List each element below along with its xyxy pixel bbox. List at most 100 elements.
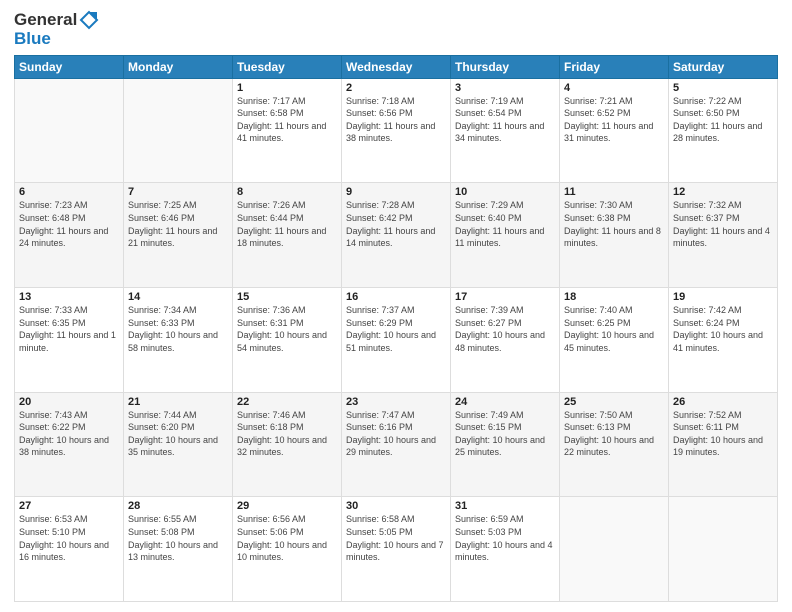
calendar-cell: 15Sunrise: 7:36 AM Sunset: 6:31 PM Dayli… [233,288,342,393]
day-number: 12 [673,186,773,198]
day-number: 31 [455,500,555,512]
day-number: 28 [128,500,228,512]
calendar-cell: 7Sunrise: 7:25 AM Sunset: 6:46 PM Daylig… [124,183,233,288]
day-number: 23 [346,396,446,408]
day-info: Sunrise: 7:33 AM Sunset: 6:35 PM Dayligh… [19,304,119,354]
col-header-saturday: Saturday [669,55,778,78]
day-number: 3 [455,82,555,94]
day-info: Sunrise: 7:32 AM Sunset: 6:37 PM Dayligh… [673,199,773,249]
day-number: 5 [673,82,773,94]
day-number: 20 [19,396,119,408]
day-info: Sunrise: 7:46 AM Sunset: 6:18 PM Dayligh… [237,409,337,459]
calendar-cell [124,78,233,183]
calendar-cell: 29Sunrise: 6:56 AM Sunset: 5:06 PM Dayli… [233,497,342,602]
calendar-cell: 13Sunrise: 7:33 AM Sunset: 6:35 PM Dayli… [15,288,124,393]
day-number: 1 [237,82,337,94]
calendar-cell [15,78,124,183]
day-info: Sunrise: 7:25 AM Sunset: 6:46 PM Dayligh… [128,199,228,249]
day-number: 26 [673,396,773,408]
day-info: Sunrise: 6:55 AM Sunset: 5:08 PM Dayligh… [128,513,228,563]
page: General Blue SundayMondayTuesdayWednesda… [0,0,792,612]
day-info: Sunrise: 7:28 AM Sunset: 6:42 PM Dayligh… [346,199,446,249]
day-number: 29 [237,500,337,512]
calendar-cell: 21Sunrise: 7:44 AM Sunset: 6:20 PM Dayli… [124,392,233,497]
calendar-cell: 3Sunrise: 7:19 AM Sunset: 6:54 PM Daylig… [451,78,560,183]
col-header-sunday: Sunday [15,55,124,78]
day-info: Sunrise: 7:47 AM Sunset: 6:16 PM Dayligh… [346,409,446,459]
calendar-cell: 1Sunrise: 7:17 AM Sunset: 6:58 PM Daylig… [233,78,342,183]
day-info: Sunrise: 6:53 AM Sunset: 5:10 PM Dayligh… [19,513,119,563]
calendar-cell: 27Sunrise: 6:53 AM Sunset: 5:10 PM Dayli… [15,497,124,602]
col-header-monday: Monday [124,55,233,78]
day-number: 4 [564,82,664,94]
calendar-cell: 10Sunrise: 7:29 AM Sunset: 6:40 PM Dayli… [451,183,560,288]
day-info: Sunrise: 7:42 AM Sunset: 6:24 PM Dayligh… [673,304,773,354]
calendar-cell: 9Sunrise: 7:28 AM Sunset: 6:42 PM Daylig… [342,183,451,288]
day-info: Sunrise: 7:29 AM Sunset: 6:40 PM Dayligh… [455,199,555,249]
day-info: Sunrise: 7:17 AM Sunset: 6:58 PM Dayligh… [237,95,337,145]
col-header-tuesday: Tuesday [233,55,342,78]
calendar-cell: 23Sunrise: 7:47 AM Sunset: 6:16 PM Dayli… [342,392,451,497]
day-info: Sunrise: 6:59 AM Sunset: 5:03 PM Dayligh… [455,513,555,563]
calendar-cell: 19Sunrise: 7:42 AM Sunset: 6:24 PM Dayli… [669,288,778,393]
calendar-cell: 22Sunrise: 7:46 AM Sunset: 6:18 PM Dayli… [233,392,342,497]
calendar-cell: 28Sunrise: 6:55 AM Sunset: 5:08 PM Dayli… [124,497,233,602]
calendar-cell: 30Sunrise: 6:58 AM Sunset: 5:05 PM Dayli… [342,497,451,602]
day-info: Sunrise: 6:58 AM Sunset: 5:05 PM Dayligh… [346,513,446,563]
day-number: 22 [237,396,337,408]
logo-text: General Blue [14,10,99,49]
calendar-cell: 12Sunrise: 7:32 AM Sunset: 6:37 PM Dayli… [669,183,778,288]
day-info: Sunrise: 7:21 AM Sunset: 6:52 PM Dayligh… [564,95,664,145]
day-number: 21 [128,396,228,408]
day-info: Sunrise: 7:30 AM Sunset: 6:38 PM Dayligh… [564,199,664,249]
day-info: Sunrise: 7:44 AM Sunset: 6:20 PM Dayligh… [128,409,228,459]
calendar-cell: 8Sunrise: 7:26 AM Sunset: 6:44 PM Daylig… [233,183,342,288]
day-number: 19 [673,291,773,303]
calendar-cell: 16Sunrise: 7:37 AM Sunset: 6:29 PM Dayli… [342,288,451,393]
day-info: Sunrise: 6:56 AM Sunset: 5:06 PM Dayligh… [237,513,337,563]
calendar-cell: 20Sunrise: 7:43 AM Sunset: 6:22 PM Dayli… [15,392,124,497]
calendar-cell: 25Sunrise: 7:50 AM Sunset: 6:13 PM Dayli… [560,392,669,497]
calendar-cell: 4Sunrise: 7:21 AM Sunset: 6:52 PM Daylig… [560,78,669,183]
calendar-cell: 6Sunrise: 7:23 AM Sunset: 6:48 PM Daylig… [15,183,124,288]
day-info: Sunrise: 7:23 AM Sunset: 6:48 PM Dayligh… [19,199,119,249]
day-number: 11 [564,186,664,198]
day-number: 25 [564,396,664,408]
calendar-cell [560,497,669,602]
day-number: 24 [455,396,555,408]
day-info: Sunrise: 7:18 AM Sunset: 6:56 PM Dayligh… [346,95,446,145]
day-info: Sunrise: 7:49 AM Sunset: 6:15 PM Dayligh… [455,409,555,459]
calendar-cell: 11Sunrise: 7:30 AM Sunset: 6:38 PM Dayli… [560,183,669,288]
header: General Blue [14,10,778,49]
calendar-cell: 2Sunrise: 7:18 AM Sunset: 6:56 PM Daylig… [342,78,451,183]
calendar-cell: 5Sunrise: 7:22 AM Sunset: 6:50 PM Daylig… [669,78,778,183]
day-number: 10 [455,186,555,198]
logo: General Blue [14,10,99,49]
day-number: 6 [19,186,119,198]
day-info: Sunrise: 7:50 AM Sunset: 6:13 PM Dayligh… [564,409,664,459]
day-number: 8 [237,186,337,198]
calendar-cell: 26Sunrise: 7:52 AM Sunset: 6:11 PM Dayli… [669,392,778,497]
day-number: 15 [237,291,337,303]
day-number: 14 [128,291,228,303]
day-number: 30 [346,500,446,512]
day-number: 16 [346,291,446,303]
day-info: Sunrise: 7:39 AM Sunset: 6:27 PM Dayligh… [455,304,555,354]
day-number: 18 [564,291,664,303]
day-number: 9 [346,186,446,198]
col-header-friday: Friday [560,55,669,78]
day-info: Sunrise: 7:52 AM Sunset: 6:11 PM Dayligh… [673,409,773,459]
day-number: 13 [19,291,119,303]
day-info: Sunrise: 7:40 AM Sunset: 6:25 PM Dayligh… [564,304,664,354]
day-info: Sunrise: 7:22 AM Sunset: 6:50 PM Dayligh… [673,95,773,145]
calendar-cell [669,497,778,602]
day-number: 17 [455,291,555,303]
day-info: Sunrise: 7:43 AM Sunset: 6:22 PM Dayligh… [19,409,119,459]
calendar-cell: 31Sunrise: 6:59 AM Sunset: 5:03 PM Dayli… [451,497,560,602]
calendar-table: SundayMondayTuesdayWednesdayThursdayFrid… [14,55,778,602]
day-info: Sunrise: 7:26 AM Sunset: 6:44 PM Dayligh… [237,199,337,249]
calendar-cell: 17Sunrise: 7:39 AM Sunset: 6:27 PM Dayli… [451,288,560,393]
day-number: 2 [346,82,446,94]
day-info: Sunrise: 7:36 AM Sunset: 6:31 PM Dayligh… [237,304,337,354]
day-info: Sunrise: 7:34 AM Sunset: 6:33 PM Dayligh… [128,304,228,354]
